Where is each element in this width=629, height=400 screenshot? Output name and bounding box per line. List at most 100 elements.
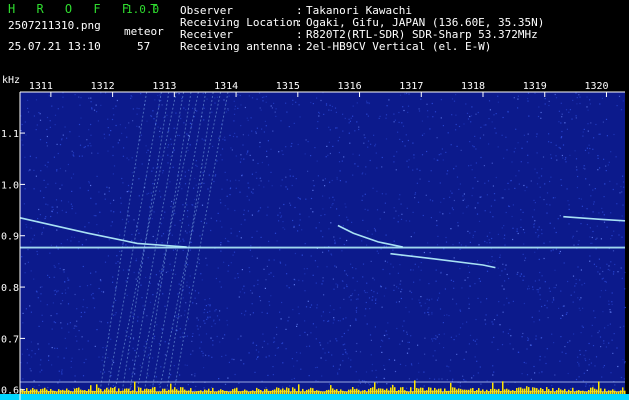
noise-dot bbox=[384, 334, 386, 337]
noise-dot bbox=[364, 315, 366, 317]
noise-dot bbox=[329, 305, 331, 307]
noise-dot bbox=[492, 374, 494, 376]
noise-dot bbox=[90, 145, 92, 147]
noise-dot bbox=[553, 287, 555, 289]
noise-dot bbox=[474, 283, 476, 285]
noise-dot bbox=[24, 121, 26, 123]
level-bar bbox=[240, 391, 242, 394]
noise-dot bbox=[455, 114, 457, 116]
noise-dot bbox=[146, 151, 148, 154]
noise-dot bbox=[259, 296, 261, 298]
noise-dot bbox=[249, 271, 251, 273]
noise-dot bbox=[251, 97, 254, 99]
noise-dot bbox=[386, 334, 388, 336]
noise-dot bbox=[611, 235, 613, 237]
noise-dot bbox=[372, 187, 374, 189]
noise-dot bbox=[192, 333, 194, 335]
noise-dot bbox=[118, 139, 121, 141]
noise-dot bbox=[158, 383, 160, 385]
noise-dot bbox=[355, 310, 357, 312]
noise-dot bbox=[63, 271, 65, 273]
noise-dot bbox=[575, 117, 577, 119]
noise-dot bbox=[67, 277, 69, 279]
noise-dot bbox=[554, 197, 556, 199]
noise-dot bbox=[588, 144, 590, 146]
noise-dot bbox=[432, 355, 434, 357]
noise-dot bbox=[110, 225, 112, 227]
noise-dot bbox=[330, 222, 332, 224]
noise-dot bbox=[385, 234, 387, 236]
noise-dot bbox=[57, 248, 59, 250]
noise-dot bbox=[455, 165, 457, 167]
noise-dot bbox=[211, 111, 213, 113]
noise-dot bbox=[138, 232, 140, 234]
noise-dot bbox=[218, 137, 220, 139]
noise-dot bbox=[33, 278, 35, 280]
noise-dot bbox=[288, 316, 290, 318]
noise-dot bbox=[385, 117, 387, 119]
level-bar bbox=[162, 388, 164, 394]
noise-dot bbox=[298, 313, 300, 315]
noise-dot bbox=[98, 191, 100, 193]
noise-dot bbox=[595, 265, 598, 268]
noise-dot bbox=[221, 148, 224, 150]
noise-dot bbox=[288, 126, 290, 128]
noise-dot bbox=[332, 278, 334, 280]
noise-dot bbox=[495, 176, 497, 179]
noise-dot bbox=[51, 211, 53, 213]
noise-dot bbox=[578, 307, 580, 309]
noise-dot bbox=[446, 379, 448, 381]
noise-dot bbox=[473, 146, 475, 148]
noise-dot bbox=[306, 345, 308, 348]
level-bar bbox=[620, 390, 622, 394]
noise-dot bbox=[602, 121, 604, 123]
noise-dot bbox=[539, 287, 541, 289]
noise-dot bbox=[544, 183, 546, 185]
info-key-antenna: Receiving antenna bbox=[180, 40, 293, 53]
noise-dot bbox=[471, 169, 473, 171]
noise-dot bbox=[234, 277, 236, 279]
noise-dot bbox=[228, 264, 230, 267]
noise-dot bbox=[76, 320, 78, 322]
noise-dot bbox=[374, 229, 376, 231]
noise-dot bbox=[241, 312, 243, 315]
level-bar bbox=[382, 388, 384, 394]
noise-dot bbox=[398, 111, 400, 114]
noise-dot bbox=[431, 102, 433, 105]
noise-dot bbox=[386, 383, 388, 385]
noise-dot bbox=[370, 354, 372, 356]
noise-dot bbox=[373, 227, 376, 230]
noise-dot bbox=[460, 149, 462, 151]
noise-dot bbox=[344, 270, 346, 272]
level-bar bbox=[304, 391, 306, 394]
noise-dot bbox=[189, 275, 191, 277]
noise-dot bbox=[270, 171, 272, 173]
noise-dot bbox=[330, 206, 332, 209]
noise-dot bbox=[575, 92, 577, 94]
noise-dot bbox=[571, 118, 573, 120]
noise-dot bbox=[361, 173, 363, 175]
level-bar bbox=[564, 388, 566, 394]
noise-dot bbox=[71, 236, 73, 238]
noise-dot bbox=[620, 186, 622, 188]
level-bar bbox=[346, 391, 348, 394]
noise-dot bbox=[401, 340, 403, 342]
noise-dot bbox=[605, 118, 608, 120]
noise-dot bbox=[297, 230, 299, 232]
noise-dot bbox=[600, 238, 602, 240]
noise-dot bbox=[59, 167, 61, 170]
noise-dot bbox=[122, 182, 124, 184]
noise-dot bbox=[396, 327, 398, 330]
noise-dot bbox=[170, 374, 172, 376]
level-bar bbox=[544, 391, 546, 394]
noise-dot bbox=[529, 344, 532, 346]
noise-dot bbox=[300, 368, 302, 370]
level-bar bbox=[410, 387, 412, 394]
noise-dot bbox=[220, 250, 222, 252]
noise-dot bbox=[464, 380, 466, 382]
noise-dot bbox=[387, 322, 389, 324]
level-bar bbox=[540, 387, 542, 394]
level-bar bbox=[458, 388, 460, 394]
noise-dot bbox=[560, 317, 562, 319]
noise-dot bbox=[39, 190, 42, 192]
